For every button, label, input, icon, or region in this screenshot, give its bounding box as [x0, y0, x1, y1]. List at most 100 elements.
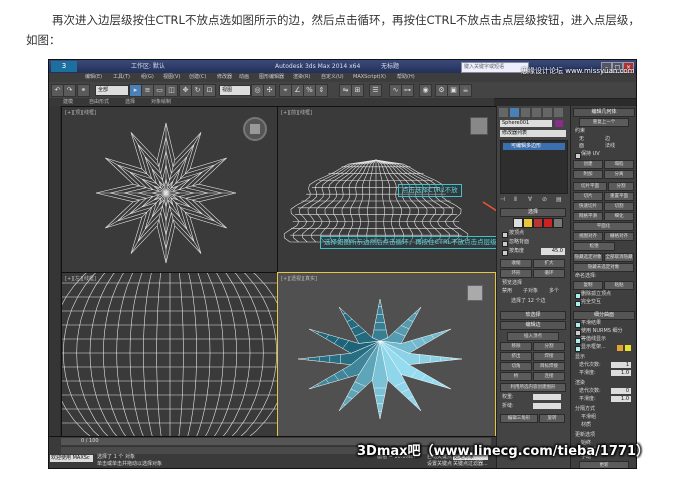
chamfer-button[interactable]: 切角 — [500, 362, 532, 371]
motion-tab-icon[interactable] — [532, 108, 541, 117]
constraint-face-radio[interactable]: 面 — [579, 143, 584, 150]
scale-icon[interactable]: ⊡ — [203, 84, 216, 97]
menu-customize[interactable]: 自定义(U) — [321, 73, 344, 82]
meshsmooth-button[interactable]: 网格平滑 — [573, 212, 603, 221]
viewport-left[interactable]: [+][左][线框] — [61, 272, 278, 438]
spinner-snap-icon[interactable]: ⇕ — [315, 84, 328, 97]
reset-plane-button[interactable]: 重置平面 — [604, 192, 634, 201]
angle-spinner[interactable]: 45.0 — [541, 248, 565, 255]
create-button[interactable]: 创建 — [573, 160, 603, 169]
grow-button[interactable]: 扩大 — [533, 259, 565, 268]
object-color-swatch[interactable] — [555, 120, 563, 127]
selection-filter-select[interactable]: 全部 — [95, 85, 129, 96]
rollout-edit-edges[interactable]: 编辑边 — [500, 321, 566, 330]
constraint-edge-radio[interactable]: 边 — [605, 136, 610, 143]
display-tab-icon[interactable] — [543, 108, 552, 117]
menu-edit[interactable]: 编辑(E) — [85, 73, 102, 82]
constraint-none-radio[interactable]: 无 — [579, 136, 584, 143]
copy-selection-button[interactable]: 复制 — [573, 281, 603, 290]
ribbon-tab-selection[interactable]: 选择 — [125, 98, 135, 106]
show-end-result-icon[interactable]: Ⅱ — [514, 196, 517, 203]
tessellate-button[interactable]: 细化 — [604, 212, 634, 221]
polygon-level-icon[interactable] — [543, 218, 553, 228]
by-vertex-checkbox[interactable] — [502, 232, 508, 238]
viewcube-icon[interactable] — [243, 117, 267, 141]
weight-spinner[interactable] — [533, 394, 561, 400]
menu-create[interactable]: 创建(C) — [189, 73, 206, 82]
iterations-spinner[interactable]: 1 — [611, 362, 631, 368]
object-name-field[interactable]: Sphere001 — [500, 120, 552, 127]
pin-stack-icon[interactable]: ⊣ — [500, 196, 505, 203]
workspace-label[interactable]: 工作区: 默认 — [131, 60, 165, 73]
unhide-all-button[interactable]: 全部取消隐藏 — [604, 253, 634, 262]
menu-modifiers[interactable]: 修改器 — [217, 73, 232, 82]
maxscript-listener[interactable]: 欢迎使用 MAXSc — [50, 455, 93, 462]
insert-vertex-button[interactable]: 插入顶点 — [507, 332, 559, 341]
menu-group[interactable]: 组(G) — [141, 73, 154, 82]
element-level-icon[interactable] — [553, 218, 563, 228]
redo-icon[interactable]: ↷ — [63, 84, 76, 97]
viewport-perspective[interactable]: [+][透视][真实] — [277, 272, 496, 437]
rollout-selection[interactable]: 选择 — [500, 208, 566, 217]
rollout-soft-selection[interactable]: 软选择 — [500, 311, 566, 320]
remove-modifier-icon[interactable]: ⊘ — [542, 196, 547, 203]
vertex-level-icon[interactable] — [513, 218, 523, 228]
viewcube-persp-icon[interactable] — [467, 285, 483, 301]
viewport-top[interactable]: [+][顶][线框] — [61, 106, 278, 273]
set-key-label[interactable]: 设置关键点 — [427, 461, 452, 468]
border-level-icon[interactable] — [533, 218, 543, 228]
modify-tab-icon[interactable] — [510, 108, 519, 117]
preview-subobject-radio[interactable]: 子对象 — [523, 288, 538, 295]
materials-checkbox[interactable]: 材质 — [581, 422, 591, 429]
slice-plane-button[interactable]: 切片平面 — [573, 182, 607, 191]
edit-triangulation-button[interactable]: 编辑三角形 — [500, 414, 538, 423]
collapse-button[interactable]: 塌陷 — [604, 160, 634, 169]
viewcube-front-icon[interactable] — [470, 117, 488, 135]
align-icon[interactable]: ⊞ — [351, 84, 364, 97]
app-logo[interactable]: 3 — [51, 61, 77, 72]
smoothness-spinner[interactable]: 1.0 — [611, 370, 631, 376]
loop-button[interactable]: 循环 — [533, 269, 565, 278]
quickslice-button[interactable]: 快速切片 — [573, 202, 603, 211]
ring-button[interactable]: 环形 — [500, 269, 532, 278]
view-align-button[interactable]: 视图对齐 — [573, 232, 603, 241]
ribbon-tab-freeform[interactable]: 自由形式 — [89, 98, 109, 106]
reference-coord-select[interactable]: 视图 — [219, 85, 251, 96]
stack-item-editable-poly[interactable]: 可编辑多边形 — [503, 143, 565, 150]
update-button[interactable]: 更新 — [579, 461, 629, 468]
edge-level-icon[interactable] — [523, 218, 533, 228]
cut-button[interactable]: 切割 — [604, 202, 634, 211]
select-manipulate-icon[interactable]: ✣ — [263, 84, 276, 97]
grid-align-button[interactable]: 栅格对齐 — [604, 232, 634, 241]
smoothing-groups-checkbox[interactable]: 平滑组 — [581, 414, 596, 421]
window-crossing-icon[interactable]: ◫ — [165, 84, 178, 97]
create-tab-icon[interactable] — [499, 108, 508, 117]
preview-multi-radio[interactable]: 多个 — [549, 288, 559, 295]
attach-button[interactable]: 附加 — [573, 170, 603, 179]
layer-manager-icon[interactable]: ☰ — [369, 84, 382, 97]
menu-help[interactable]: 帮助(H) — [397, 73, 415, 82]
render-icon[interactable]: ☕ — [459, 84, 472, 97]
preview-off-radio[interactable]: 禁用 — [502, 288, 512, 295]
cage-color-swatch-1[interactable] — [617, 345, 623, 351]
menu-tools[interactable]: 工具(T) — [113, 73, 130, 82]
relax-button[interactable]: 松弛 — [573, 242, 615, 251]
shrink-button[interactable]: 收缩 — [500, 259, 532, 268]
ignore-backfacing-checkbox[interactable] — [502, 241, 508, 247]
target-weld-button[interactable]: 目标焊接 — [533, 362, 565, 371]
ribbon-tab-object-paint[interactable]: 对象绘制 — [151, 98, 171, 106]
configure-sets-icon[interactable]: ▤ — [556, 196, 562, 203]
constraint-normal-radio[interactable]: 法线 — [605, 143, 615, 150]
ribbon-tab-modeling[interactable]: 建模 — [63, 98, 73, 106]
split-button[interactable]: 分割 — [533, 342, 565, 351]
slice-button[interactable]: 切片 — [573, 192, 603, 201]
utilities-tab-icon[interactable] — [554, 108, 563, 117]
turn-button[interactable]: 旋转 — [539, 414, 565, 423]
modifier-list-select[interactable]: 修改器列表 — [500, 130, 566, 137]
crease-spinner[interactable] — [533, 403, 561, 409]
rollout-subdivision-surface[interactable]: 细分曲面 — [573, 311, 635, 320]
connect-button[interactable]: 连接 — [533, 372, 565, 381]
rollout-edit-geometry[interactable]: 编辑几何体 — [573, 108, 635, 117]
menu-views[interactable]: 视图(V) — [163, 73, 180, 82]
hierarchy-tab-icon[interactable] — [521, 108, 530, 117]
